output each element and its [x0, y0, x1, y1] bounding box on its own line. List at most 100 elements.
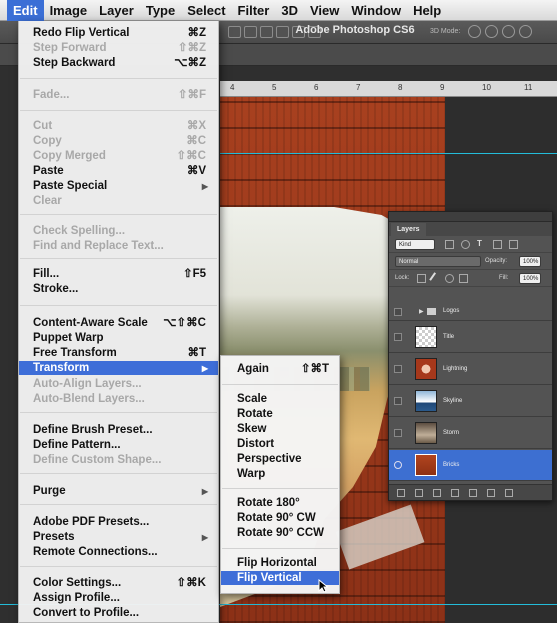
- menu-item-color-settings[interactable]: Color Settings... ⇧⌘K: [19, 576, 218, 591]
- layer-row[interactable]: Skyline: [389, 386, 552, 417]
- tab-layers[interactable]: Layers: [391, 223, 426, 236]
- menu-item-auto-blend-layers[interactable]: Auto-Blend Layers...: [19, 392, 218, 407]
- layer-row[interactable]: Storm: [389, 418, 552, 449]
- menu-item-purge[interactable]: Purge ▶: [19, 484, 218, 499]
- menu-item-label: Define Brush Preset...: [33, 424, 153, 436]
- submenu-item-rotate-90-ccw[interactable]: Rotate 90° CCW: [221, 526, 339, 541]
- menu-item-fill[interactable]: Fill... ⇧F5: [19, 267, 218, 282]
- menu-item-cut[interactable]: Cut ⌘X: [19, 119, 218, 134]
- menu-item-step-backward[interactable]: Step Backward ⌥⌘Z: [19, 56, 218, 71]
- horizontal-ruler[interactable]: 4 5 6 7 8 9 10 11: [220, 81, 557, 97]
- visibility-toggle-icon[interactable]: [394, 397, 402, 405]
- fill-input[interactable]: 100%: [519, 273, 541, 284]
- 3d-slide-icon[interactable]: [519, 25, 532, 38]
- menu-item-shortcut: ⇧F5: [182, 268, 206, 280]
- layer-row[interactable]: Title: [389, 322, 552, 353]
- menu-3d[interactable]: 3D: [275, 0, 304, 21]
- menu-item-label: Copy Merged: [33, 150, 106, 162]
- visibility-toggle-icon[interactable]: [394, 308, 402, 316]
- submenu-item-flip-horizontal[interactable]: Flip Horizontal: [221, 556, 339, 571]
- submenu-arrow-icon: ▶: [201, 487, 208, 496]
- group-name: Logos: [443, 308, 460, 314]
- menu-item-transform[interactable]: Transform ▶: [19, 361, 218, 375]
- opacity-input[interactable]: 100%: [519, 256, 541, 267]
- disclosure-triangle-icon[interactable]: ▶: [419, 308, 424, 315]
- menu-item-puppet-warp[interactable]: Puppet Warp: [19, 331, 218, 346]
- new-layer-icon[interactable]: [487, 489, 495, 497]
- filter-shape-icon[interactable]: [493, 240, 502, 249]
- visibility-toggle-icon[interactable]: [394, 429, 402, 437]
- submenu-item-scale[interactable]: Scale: [221, 392, 339, 407]
- kind-filter-select[interactable]: Kind: [395, 239, 435, 250]
- menu-item-define-pattern[interactable]: Define Pattern...: [19, 438, 218, 453]
- menu-help[interactable]: Help: [407, 0, 447, 21]
- layer-row-selected[interactable]: Bricks: [389, 450, 552, 481]
- visibility-eye-icon[interactable]: [394, 461, 402, 469]
- menu-item-adobe-pdf-presets[interactable]: Adobe PDF Presets...: [19, 515, 218, 530]
- lock-transparent-icon[interactable]: [417, 274, 426, 283]
- layer-row[interactable]: Lightning: [389, 354, 552, 385]
- menu-item-copy-merged[interactable]: Copy Merged ⇧⌘C: [19, 149, 218, 164]
- panel-header[interactable]: [389, 212, 552, 222]
- menu-item-step-forward[interactable]: Step Forward ⇧⌘Z: [19, 41, 218, 56]
- menu-item-assign-profile[interactable]: Assign Profile...: [19, 591, 218, 606]
- menu-item-clear[interactable]: Clear: [19, 194, 218, 209]
- menu-layer[interactable]: Layer: [93, 0, 140, 21]
- menu-item-fade[interactable]: Fade... ⇧⌘F: [19, 88, 218, 103]
- adjustment-layer-icon[interactable]: [451, 489, 459, 497]
- submenu-item-rotate-180[interactable]: Rotate 180°: [221, 496, 339, 511]
- filter-type-icon[interactable]: T: [477, 239, 482, 248]
- menu-item-paste-special[interactable]: Paste Special ▶: [19, 179, 218, 194]
- blend-mode-select[interactable]: Normal: [395, 256, 481, 267]
- menu-item-free-transform[interactable]: Free Transform ⌘T: [19, 346, 218, 361]
- menu-item-define-brush-preset[interactable]: Define Brush Preset...: [19, 423, 218, 438]
- menubar: Edit Image Layer Type Select Filter 3D V…: [0, 0, 557, 21]
- layer-style-icon[interactable]: [415, 489, 423, 497]
- submenu-item-again[interactable]: Again ⇧⌘T: [221, 362, 339, 377]
- guide-line-horizontal[interactable]: [220, 153, 557, 154]
- menu-item-stroke[interactable]: Stroke...: [19, 282, 218, 297]
- visibility-toggle-icon[interactable]: [394, 365, 402, 373]
- layer-group-row[interactable]: ▶ Logos: [389, 303, 552, 321]
- trash-icon[interactable]: [505, 489, 513, 497]
- menu-view[interactable]: View: [304, 0, 345, 21]
- submenu-item-perspective[interactable]: Perspective: [221, 452, 339, 467]
- menu-item-content-aware-scale[interactable]: Content-Aware Scale ⌥⇧⌘C: [19, 316, 218, 331]
- submenu-item-label: Again: [237, 363, 269, 375]
- menu-item-label: Fade...: [33, 89, 70, 101]
- filter-adjustment-icon[interactable]: [461, 240, 470, 249]
- filter-smart-object-icon[interactable]: [509, 240, 518, 249]
- menu-filter[interactable]: Filter: [232, 0, 276, 21]
- menu-select[interactable]: Select: [181, 0, 231, 21]
- submenu-item-warp[interactable]: Warp: [221, 467, 339, 482]
- menu-edit[interactable]: Edit: [7, 0, 44, 21]
- menu-item-auto-align-layers[interactable]: Auto-Align Layers...: [19, 377, 218, 392]
- menu-item-label: Adobe PDF Presets...: [33, 516, 150, 528]
- lock-all-icon[interactable]: [459, 274, 468, 283]
- submenu-item-rotate-90-cw[interactable]: Rotate 90° CW: [221, 511, 339, 526]
- lock-image-icon[interactable]: [429, 272, 442, 285]
- menu-image[interactable]: Image: [44, 0, 94, 21]
- menu-item-copy[interactable]: Copy ⌘C: [19, 134, 218, 149]
- link-layers-icon[interactable]: [397, 489, 405, 497]
- submenu-item-skew[interactable]: Skew: [221, 422, 339, 437]
- menu-item-check-spelling[interactable]: Check Spelling...: [19, 224, 218, 239]
- add-mask-icon[interactable]: [433, 489, 441, 497]
- filter-pixel-icon[interactable]: [445, 240, 454, 249]
- menu-item-remote-connections[interactable]: Remote Connections...: [19, 545, 218, 560]
- lock-label: Lock:: [395, 275, 410, 281]
- lock-position-icon[interactable]: [445, 274, 454, 283]
- menu-item-convert-to-profile[interactable]: Convert to Profile...: [19, 606, 218, 621]
- menu-type[interactable]: Type: [140, 0, 181, 21]
- menu-window[interactable]: Window: [345, 0, 407, 21]
- menu-item-presets[interactable]: Presets ▶: [19, 530, 218, 545]
- submenu-item-distort[interactable]: Distort: [221, 437, 339, 452]
- apple-menu-icon[interactable]: [0, 0, 7, 21]
- submenu-item-rotate[interactable]: Rotate: [221, 407, 339, 422]
- menu-item-redo-flip-vertical[interactable]: Redo Flip Vertical ⌘Z: [19, 26, 218, 41]
- menu-item-define-custom-shape[interactable]: Define Custom Shape...: [19, 453, 218, 468]
- menu-item-paste[interactable]: Paste ⌘V: [19, 164, 218, 179]
- new-group-icon[interactable]: [469, 489, 477, 497]
- visibility-toggle-icon[interactable]: [394, 333, 402, 341]
- menu-item-find-and-replace-text[interactable]: Find and Replace Text...: [19, 239, 218, 254]
